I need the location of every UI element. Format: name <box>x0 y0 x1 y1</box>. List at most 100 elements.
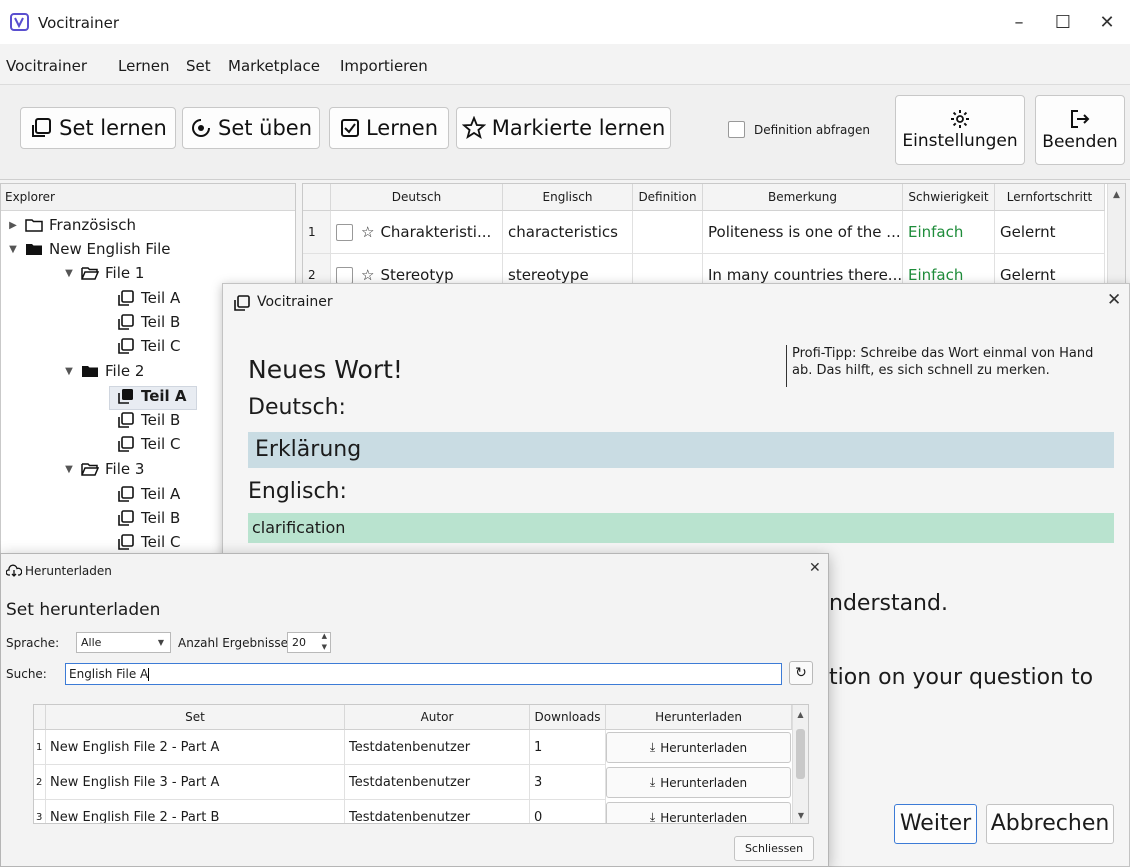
tree-item-file3-teil-a[interactable]: Teil A <box>117 485 180 503</box>
set-lernen-button[interactable]: Set lernen <box>20 107 176 149</box>
downloads-cell[interactable]: 3 <box>530 765 606 800</box>
cards-icon <box>118 436 134 452</box>
spin-arrows-icon[interactable]: ▲ ▼ <box>322 631 327 653</box>
tree-label: Französisch <box>49 216 137 234</box>
bemerkung-cell[interactable]: Politeness is one of the ... <box>703 211 903 254</box>
definition-cell[interactable] <box>633 211 703 254</box>
set-cell[interactable]: New English File 2 - Part A <box>46 730 345 765</box>
row-number-header <box>34 705 46 730</box>
column-header-herunterladen[interactable]: Herunterladen <box>606 705 792 730</box>
column-header-lernfortschritt[interactable]: Lernfortschritt <box>995 184 1105 211</box>
tree-item-file-2[interactable]: ▼ File 2 <box>63 362 144 380</box>
tree-label: New English File <box>49 240 171 258</box>
autor-cell[interactable]: Testdatenbenutzer <box>345 800 530 823</box>
suche-input[interactable]: English File A <box>65 663 782 685</box>
tree-item-file2-teil-c[interactable]: Teil C <box>117 435 180 453</box>
collapsed-arrow-icon[interactable]: ▶ <box>7 220 19 231</box>
scroll-down-arrow-icon[interactable]: ▼ <box>793 811 808 820</box>
results-scrollbar[interactable]: ▲ ▼ <box>792 705 808 823</box>
column-header-englisch[interactable]: Englisch <box>503 184 633 211</box>
folder-open-icon <box>81 267 99 280</box>
tree-item-file1-teil-a[interactable]: Teil A <box>117 289 180 307</box>
tree-item-new-english-file[interactable]: ▼ New English File <box>7 240 171 258</box>
menu-importieren[interactable]: Importieren <box>340 57 428 75</box>
menu-vocitrainer[interactable]: Vocitrainer <box>6 57 87 75</box>
markierte-lernen-button[interactable]: Markierte lernen <box>456 107 671 149</box>
anzahl-spinbox[interactable]: 20 ▲ ▼ <box>287 632 331 653</box>
chevron-down-icon[interactable]: ▼ <box>158 633 164 652</box>
column-header-definition[interactable]: Definition <box>633 184 703 211</box>
menu-lernen[interactable]: Lernen <box>118 57 169 75</box>
expanded-arrow-icon[interactable]: ▼ <box>63 464 75 475</box>
cards-icon <box>32 118 52 137</box>
tree-item-file1-teil-b[interactable]: Teil B <box>117 313 180 331</box>
expanded-arrow-icon[interactable]: ▼ <box>7 244 19 255</box>
downloads-cell[interactable]: 0 <box>530 800 606 823</box>
tree-item-file1-teil-c[interactable]: Teil C <box>117 337 180 355</box>
weiter-button[interactable]: Weiter <box>894 804 977 844</box>
englisch-cell[interactable]: characteristics <box>503 211 633 254</box>
close-window-button[interactable]: ✕ <box>1084 8 1130 38</box>
star-icon[interactable]: ☆ <box>361 223 374 241</box>
autor-cell[interactable]: Testdatenbenutzer <box>345 765 530 800</box>
tree-label: Teil B <box>141 509 181 527</box>
tree-item-franzoesisch[interactable]: ▶ Französisch <box>7 216 136 234</box>
autor-cell[interactable]: Testdatenbenutzer <box>345 730 530 765</box>
beenden-button[interactable]: Beenden <box>1035 95 1125 165</box>
menu-marketplace[interactable]: Marketplace <box>228 57 320 75</box>
set-cell[interactable]: New English File 3 - Part A <box>46 765 345 800</box>
herunterladen-button[interactable]: ⤓ Herunterladen <box>606 732 791 763</box>
lernen-label: Lernen <box>365 116 439 140</box>
column-header-downloads[interactable]: Downloads <box>530 705 606 730</box>
minimize-button[interactable]: – <box>996 8 1042 38</box>
lernen-button[interactable]: Lernen <box>329 107 449 149</box>
download-dialog-close-button[interactable]: ✕ <box>809 560 821 576</box>
expanded-arrow-icon[interactable]: ▼ <box>63 268 75 279</box>
tree-item-file3-teil-b[interactable]: Teil B <box>117 509 180 527</box>
row-select-checkbox[interactable] <box>336 224 353 241</box>
downloads-cell[interactable]: 1 <box>530 730 606 765</box>
schliessen-button[interactable]: Schliessen <box>734 836 814 861</box>
example-text-line-2: tion on your question to <box>829 665 1094 690</box>
refresh-button[interactable]: ↻ <box>789 661 813 685</box>
schwierigkeit-cell[interactable]: Einfach <box>903 211 995 254</box>
herunterladen-button[interactable]: ⤓ Herunterladen <box>606 767 791 798</box>
tree-item-file3-teil-c[interactable]: Teil C <box>117 533 180 551</box>
tree-item-file-1[interactable]: ▼ File 1 <box>63 264 144 282</box>
set-ueben-button[interactable]: Set üben <box>182 107 320 149</box>
menu-set[interactable]: Set <box>186 57 211 75</box>
cards-icon <box>118 486 134 502</box>
sprache-dropdown[interactable]: Alle ▼ <box>76 632 171 653</box>
scroll-up-arrow-icon[interactable]: ▲ <box>793 705 808 719</box>
definition-abfragen-checkbox[interactable]: Definition abfragen <box>728 121 870 138</box>
tree-item-file-3[interactable]: ▼ File 3 <box>63 460 144 478</box>
abbrechen-button[interactable]: Abbrechen <box>986 804 1114 844</box>
scroll-up-arrow-icon[interactable]: ▲ <box>1108 184 1125 200</box>
definition-checkbox-box[interactable] <box>728 121 745 138</box>
tree-item-file2-teil-a[interactable]: Teil A <box>117 387 187 405</box>
download-dialog: Herunterladen ✕ Set herunterladen Sprach… <box>0 553 829 867</box>
maximize-button[interactable]: ☐ <box>1040 8 1086 38</box>
suche-label: Suche: <box>6 667 47 681</box>
herunterladen-button[interactable]: ⤓ Herunterladen <box>606 802 791 823</box>
column-header-autor[interactable]: Autor <box>345 705 530 730</box>
column-header-schwierigkeit[interactable]: Schwierigkeit <box>903 184 995 211</box>
row-select-checkbox[interactable] <box>336 267 353 284</box>
lernfortschritt-cell[interactable]: Gelernt <box>995 211 1105 254</box>
expanded-arrow-icon[interactable]: ▼ <box>63 366 75 377</box>
toolbar: Set lernen Set üben Lernen Markierte ler… <box>0 84 1130 180</box>
folder-filled-icon <box>26 244 42 255</box>
column-header-deutsch[interactable]: Deutsch <box>331 184 503 211</box>
learn-dialog-close-button[interactable]: ✕ <box>1107 290 1121 310</box>
column-header-set[interactable]: Set <box>46 705 345 730</box>
set-cell[interactable]: New English File 2 - Part B <box>46 800 345 823</box>
column-header-bemerkung[interactable]: Bemerkung <box>703 184 903 211</box>
example-text-line-1: nderstand. <box>829 591 948 616</box>
table-scrollbar[interactable]: ▲ <box>1107 184 1125 292</box>
star-icon[interactable]: ☆ <box>361 266 374 284</box>
tree-item-file2-teil-b[interactable]: Teil B <box>117 411 180 429</box>
scroll-thumb[interactable] <box>796 729 805 779</box>
tree-label: Teil B <box>141 313 181 331</box>
table-row-deutsch-cell[interactable]: ☆ Charakteristi... <box>331 211 503 254</box>
einstellungen-button[interactable]: Einstellungen <box>895 95 1025 165</box>
